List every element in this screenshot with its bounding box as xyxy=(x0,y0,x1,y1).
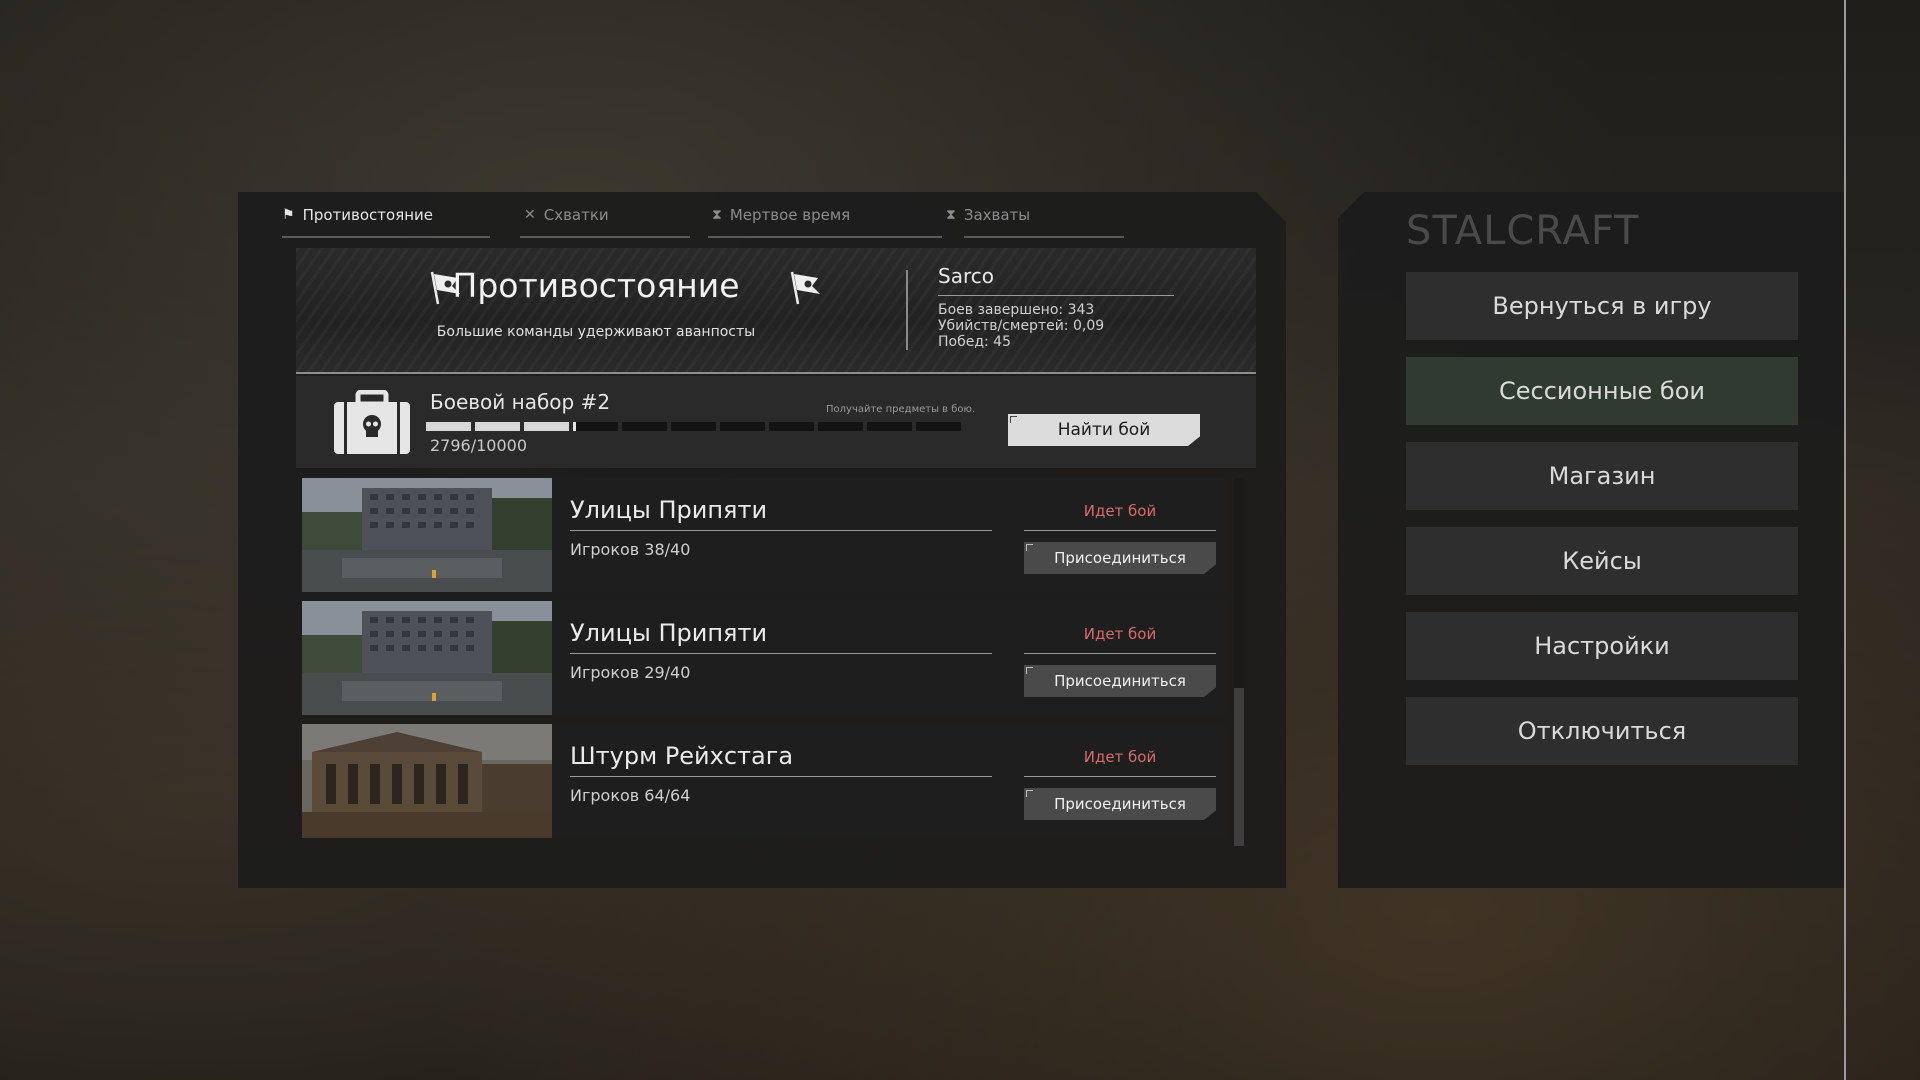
mode-banner: Противостояние Большие команды удерживаю… xyxy=(296,248,1256,374)
tab-underline xyxy=(520,236,690,238)
stat-kd: Убийств/смертей: 0,09 xyxy=(938,318,1105,334)
disconnect-button[interactable]: Отключиться xyxy=(1406,697,1798,765)
flag-icon: ⚑ xyxy=(282,207,295,223)
server-status: Идет бой xyxy=(1083,748,1157,766)
main-menu-panel: STALCRAFT Вернуться в игру Сессионные бо… xyxy=(1338,192,1844,888)
briefcase-skull-icon xyxy=(334,390,410,454)
server-row: Улицы Припяти Игроков 38/40 Идет бой При… xyxy=(302,478,1226,592)
map-thumbnail xyxy=(302,478,552,592)
scrollbar-thumb[interactable] xyxy=(1234,688,1244,846)
tab-label: Захваты xyxy=(963,206,1031,224)
server-row: Улицы Припяти Игроков 29/40 Идет бой При… xyxy=(302,601,1226,715)
find-battle-label: Найти бой xyxy=(1057,420,1151,440)
server-status: Идет бой xyxy=(1083,502,1157,520)
button-corner xyxy=(1026,790,1033,797)
tab-label: Противостояние xyxy=(302,206,434,224)
join-label: Присоединиться xyxy=(1054,795,1186,813)
server-name: Улицы Припяти xyxy=(570,496,768,524)
player-name-underline xyxy=(938,295,1174,296)
server-name-underline xyxy=(570,653,992,654)
server-players: Игроков 29/40 xyxy=(570,663,691,682)
server-list: Улицы Припяти Игроков 38/40 Идет бой При… xyxy=(296,478,1256,858)
find-battle-button[interactable]: Найти бой xyxy=(1008,414,1200,446)
screen-edge-line xyxy=(1844,0,1846,1080)
server-players: Игроков 64/64 xyxy=(570,786,691,805)
kit-progress-segment xyxy=(524,422,569,431)
server-name: Улицы Припяти xyxy=(570,619,768,647)
player-name: Sarco xyxy=(938,264,994,288)
stat-battles: Боев завершено: 343 xyxy=(938,302,1095,318)
hourglass-icon: ⧗ xyxy=(712,207,722,223)
server-name: Штурм Рейхстага xyxy=(570,742,794,770)
hourglass-icon: ⧗ xyxy=(946,207,956,223)
stat-wins: Побед: 45 xyxy=(938,334,1012,350)
server-status-underline xyxy=(1024,530,1216,531)
kit-progress-segment xyxy=(622,422,667,431)
tab-confrontation[interactable]: ⚑ Противостояние xyxy=(282,192,433,238)
kit-progress-segment xyxy=(426,422,471,431)
battle-kit-row: Боевой набор #2 Получайте предметы в бою… xyxy=(296,376,1256,468)
crossed-swords-icon: ✕ xyxy=(524,207,536,223)
map-thumbnail xyxy=(302,724,552,838)
map-thumbnail xyxy=(302,601,552,715)
server-status: Идет бой xyxy=(1083,625,1157,643)
settings-button[interactable]: Настройки xyxy=(1406,612,1798,680)
tab-skirmishes[interactable]: ✕ Схватки xyxy=(524,192,609,238)
kit-progress-segment xyxy=(720,422,765,431)
tab-underline xyxy=(964,236,1124,238)
join-button[interactable]: Присоединиться xyxy=(1024,788,1216,820)
cases-button[interactable]: Кейсы xyxy=(1406,527,1798,595)
join-label: Присоединиться xyxy=(1054,549,1186,567)
tab-captures[interactable]: ⧗ Захваты xyxy=(946,192,1030,238)
kit-progress-segment xyxy=(818,422,863,431)
server-name-underline xyxy=(570,776,992,777)
server-status-underline xyxy=(1024,653,1216,654)
kit-progress-count: 2796/10000 xyxy=(430,436,528,455)
join-button[interactable]: Присоединиться xyxy=(1024,542,1216,574)
game-logo-title: STALCRAFT xyxy=(1406,208,1640,254)
session-battles-panel: ⚑ Противостояние ✕ Схватки ⧗ Мертвое вре… xyxy=(238,192,1286,888)
button-corner xyxy=(1026,667,1033,674)
server-list-scrollbar[interactable] xyxy=(1234,478,1244,846)
tab-label: Схватки xyxy=(543,206,609,224)
kit-progress-segment xyxy=(671,422,716,431)
kit-hint: Получайте предметы в бою. xyxy=(826,404,976,415)
banner-divider xyxy=(906,270,908,350)
session-battles-button[interactable]: Сессионные бои xyxy=(1406,357,1798,425)
button-corner xyxy=(1010,416,1017,423)
kit-progress-segment xyxy=(573,422,618,431)
return-to-game-button[interactable]: Вернуться в игру xyxy=(1406,272,1798,340)
mode-tabs: ⚑ Противостояние ✕ Схватки ⧗ Мертвое вре… xyxy=(282,192,1124,238)
mode-title: Противостояние xyxy=(452,266,740,305)
tab-dead-time[interactable]: ⧗ Мертвое время xyxy=(712,192,850,238)
tab-underline xyxy=(282,236,490,238)
tab-underline xyxy=(708,236,942,238)
kit-progress-segment xyxy=(769,422,814,431)
mode-subtitle: Большие команды удерживают аванпосты xyxy=(436,324,756,340)
join-button[interactable]: Присоединиться xyxy=(1024,665,1216,697)
join-label: Присоединиться xyxy=(1054,672,1186,690)
server-players: Игроков 38/40 xyxy=(570,540,691,559)
server-name-underline xyxy=(570,530,992,531)
server-status-underline xyxy=(1024,776,1216,777)
button-corner xyxy=(1026,544,1033,551)
kit-name: Боевой набор #2 xyxy=(430,390,611,414)
tab-label: Мертвое время xyxy=(729,206,851,224)
shop-button[interactable]: Магазин xyxy=(1406,442,1798,510)
kit-progress-segment xyxy=(916,422,961,431)
server-row: Штурм Рейхстага Игроков 64/64 Идет бой П… xyxy=(302,724,1226,838)
kit-progress-segment xyxy=(867,422,912,431)
kit-progress-bar xyxy=(426,422,961,431)
flag-icon xyxy=(790,271,820,305)
kit-progress-segment xyxy=(475,422,520,431)
